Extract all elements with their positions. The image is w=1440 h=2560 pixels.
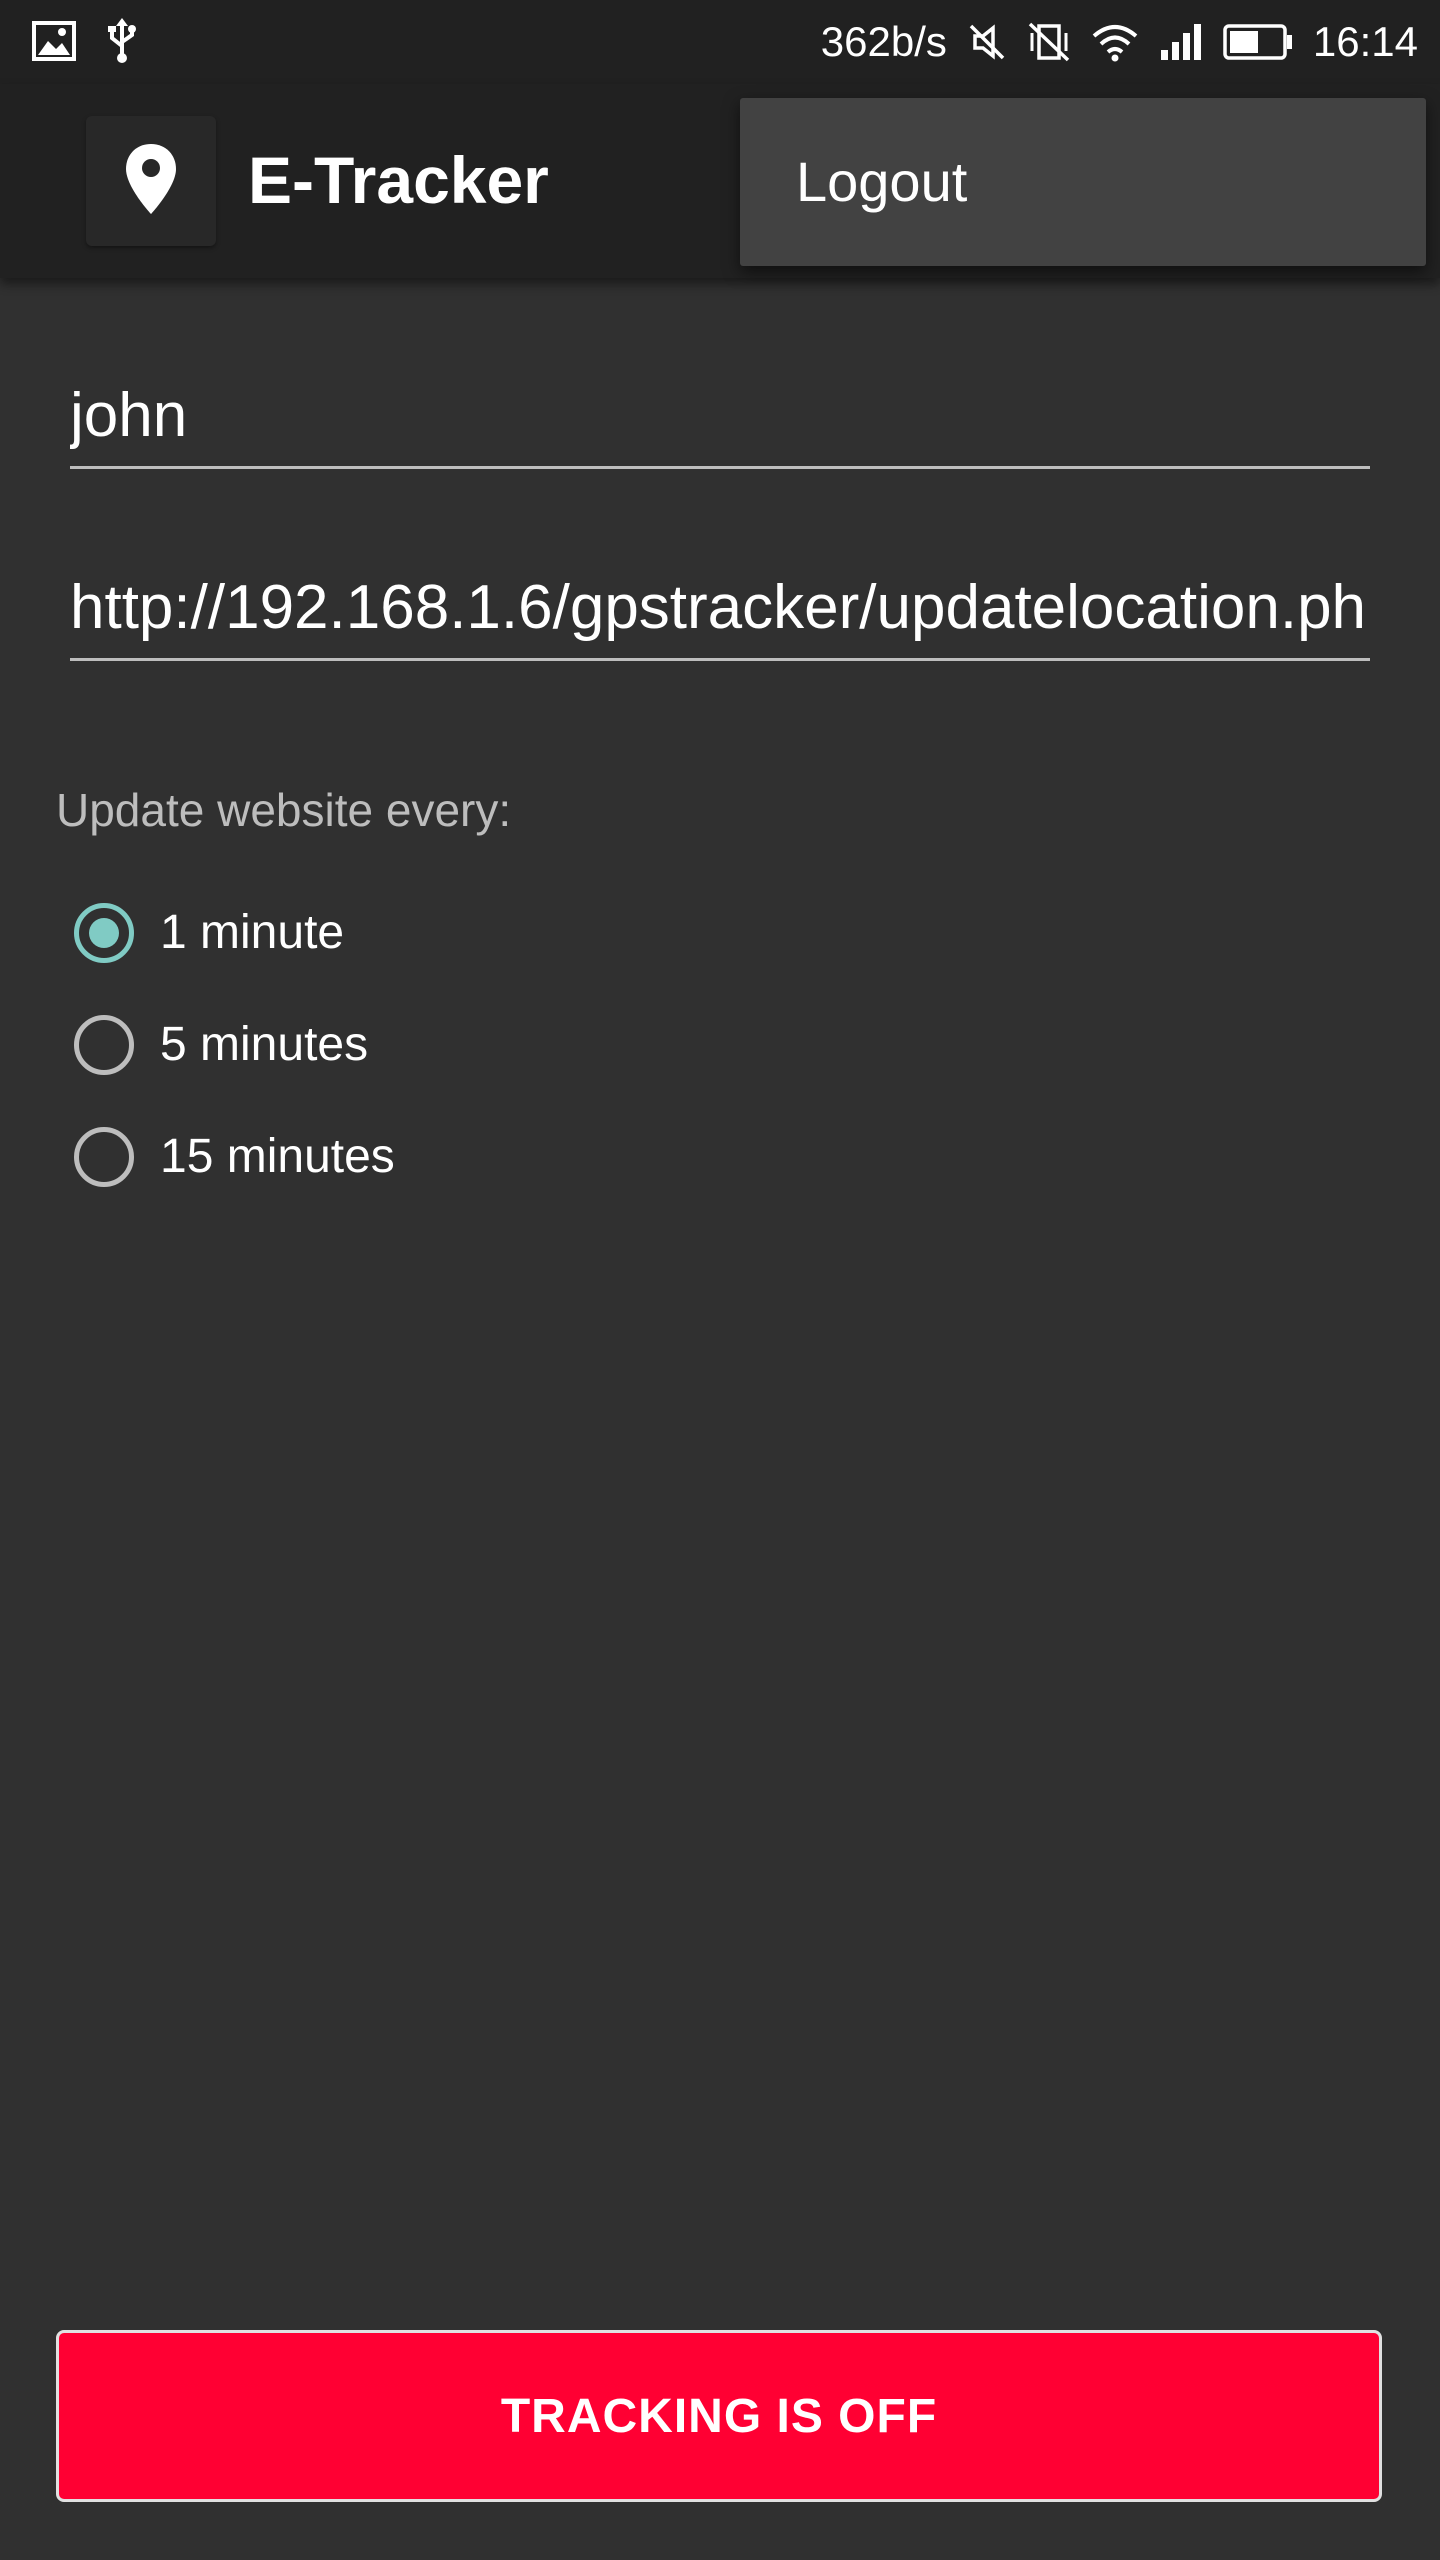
radio-dot — [89, 918, 119, 948]
username-field[interactable] — [70, 376, 1370, 456]
url-field[interactable] — [70, 568, 1370, 648]
clock: 16:14 — [1312, 18, 1418, 65]
tracking-toggle-button[interactable]: TRACKING IS OFF — [56, 2330, 1382, 2502]
radio-button[interactable] — [74, 1015, 134, 1075]
status-left-icons — [32, 18, 138, 64]
url-field-container — [70, 558, 1370, 661]
radio-button-checked[interactable] — [74, 903, 134, 963]
update-interval-label: Update website every: — [56, 784, 512, 836]
status-right-icons: 362b/s 16:14 — [821, 14, 1418, 70]
signal-icon — [1159, 22, 1203, 62]
wifi-icon — [1091, 22, 1139, 62]
radio-option-5-minutes[interactable]: 5 minutes — [74, 1005, 368, 1085]
app-title: E-Tracker — [248, 143, 549, 217]
app-screen: 362b/s 16:14 E-Tracker Logout john http:… — [0, 0, 1440, 2560]
battery-icon — [1223, 22, 1293, 62]
radio-label: 1 minute — [160, 906, 345, 959]
vibrate-off-icon — [1027, 21, 1071, 63]
radio-button[interactable] — [74, 1127, 134, 1187]
network-speed: 362b/s — [820, 18, 947, 65]
app-logo — [86, 116, 216, 246]
tracking-button-label: TRACKING IS OFF — [500, 2389, 938, 2443]
status-bar: 362b/s 16:14 — [0, 0, 1440, 84]
radio-option-15-minutes[interactable]: 15 minutes — [74, 1117, 395, 1197]
menu-item-logout[interactable]: Logout — [796, 146, 967, 218]
username-field-container — [70, 366, 1370, 469]
radio-label: 5 minutes — [160, 1018, 369, 1071]
location-pin-icon — [124, 142, 178, 221]
overflow-menu: Logout — [740, 98, 1426, 266]
mute-icon — [967, 22, 1007, 62]
radio-option-1-minute[interactable]: 1 minute — [74, 893, 344, 973]
usb-icon — [106, 18, 138, 64]
radio-label: 15 minutes — [160, 1130, 395, 1183]
image-icon — [32, 21, 76, 61]
